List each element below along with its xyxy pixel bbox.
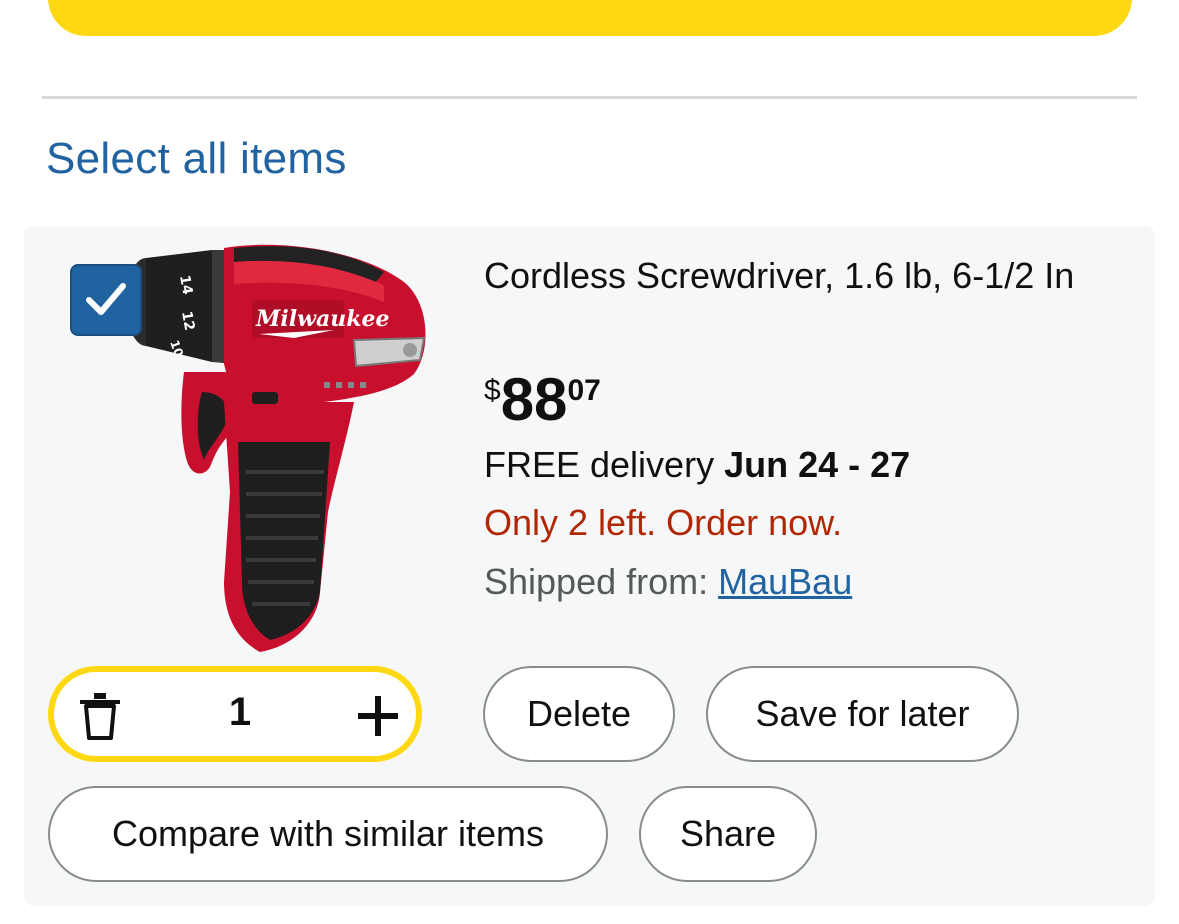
delivery-info: FREE delivery Jun 24 - 27 — [484, 444, 910, 486]
share-button[interactable]: Share — [639, 786, 817, 882]
price-whole: 88 — [500, 366, 568, 433]
stock-message: Only 2 left. Order now. — [484, 502, 843, 543]
product-title[interactable]: Cordless Screwdriver, 1.6 lb, 6-1/2 In — [484, 252, 1124, 300]
compare-similar-items-button[interactable]: Compare with similar items — [48, 786, 608, 882]
cart-page: Select all items Milwaukee 14 12 10 Cord… — [0, 0, 1179, 924]
delivery-dates: Jun 24 - 27 — [724, 444, 911, 485]
select-all-items-link[interactable]: Select all items — [46, 134, 347, 184]
item-select-checkbox[interactable] — [72, 266, 140, 334]
svg-text:12: 12 — [178, 310, 197, 332]
delivery-prefix: FREE delivery — [484, 444, 715, 485]
trash-icon[interactable] — [78, 692, 122, 740]
shipped-from: Shipped from: MauBau — [484, 561, 852, 603]
delete-button[interactable]: Delete — [483, 666, 675, 762]
price-fraction: 07 — [567, 374, 601, 407]
svg-text:Milwaukee: Milwaukee — [255, 306, 390, 332]
quantity-stepper: 1 — [48, 666, 422, 762]
seller-link[interactable]: MauBau — [718, 561, 852, 602]
shipped-from-label: Shipped from: — [484, 561, 709, 602]
checkmark-icon — [86, 283, 126, 315]
plus-icon[interactable] — [354, 692, 402, 740]
save-for-later-button[interactable]: Save for later — [706, 666, 1019, 762]
quantity-value: 1 — [228, 690, 252, 734]
product-price: $8807 — [484, 368, 601, 432]
svg-text:14: 14 — [176, 274, 195, 296]
proceed-to-checkout-button[interactable] — [48, 0, 1132, 36]
price-currency-symbol: $ — [484, 374, 501, 407]
divider — [42, 96, 1137, 99]
